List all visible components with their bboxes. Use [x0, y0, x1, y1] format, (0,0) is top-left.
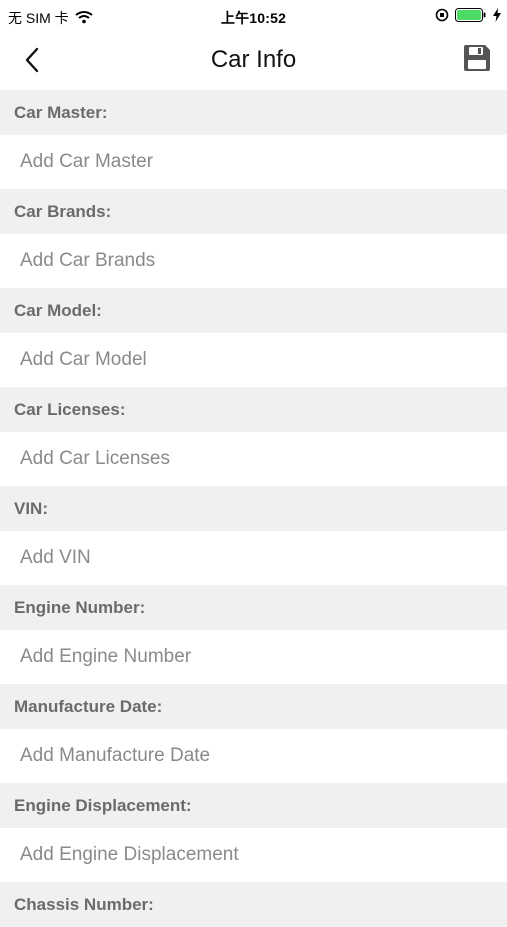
charging-icon [493, 8, 501, 25]
manufacture-date-label: Manufacture Date: [0, 684, 507, 729]
car-master-input[interactable] [20, 151, 490, 173]
status-time: 上午10:52 [220, 10, 287, 26]
manufacture-date-input[interactable] [20, 745, 490, 767]
orientation-lock-icon [435, 8, 449, 25]
status-right [435, 8, 501, 25]
car-brands-label: Car Brands: [0, 189, 507, 234]
engine-number-label: Engine Number: [0, 585, 507, 630]
save-button[interactable] [459, 42, 495, 78]
car-info-form: Car Master: Car Brands: Car Model: Car L… [0, 90, 507, 927]
engine-number-row [0, 630, 507, 684]
engine-displacement-label: Engine Displacement: [0, 783, 507, 828]
vin-row [0, 531, 507, 585]
car-model-row [0, 333, 507, 387]
car-model-input[interactable] [20, 349, 490, 371]
page-title: Car Info [210, 46, 297, 73]
car-licenses-input[interactable] [20, 448, 490, 470]
vin-input[interactable] [20, 547, 490, 569]
car-licenses-label: Car Licenses: [0, 387, 507, 432]
manufacture-date-row [0, 729, 507, 783]
battery-icon [455, 8, 487, 25]
vin-label: VIN: [0, 486, 507, 531]
car-master-row [0, 135, 507, 189]
engine-displacement-row [0, 828, 507, 882]
car-master-label: Car Master: [0, 90, 507, 135]
status-bar: 无 SIM 卡 上午10:52 [0, 0, 507, 34]
car-model-label: Car Model: [0, 288, 507, 333]
engine-displacement-input[interactable] [20, 844, 490, 866]
navigation-bar: Car Info [0, 34, 507, 90]
car-brands-row [0, 234, 507, 288]
chassis-number-label: Chassis Number: [0, 882, 507, 927]
floppy-disk-icon [462, 43, 492, 78]
car-brands-input[interactable] [20, 250, 490, 272]
engine-number-input[interactable] [20, 646, 490, 668]
car-licenses-row [0, 432, 507, 486]
